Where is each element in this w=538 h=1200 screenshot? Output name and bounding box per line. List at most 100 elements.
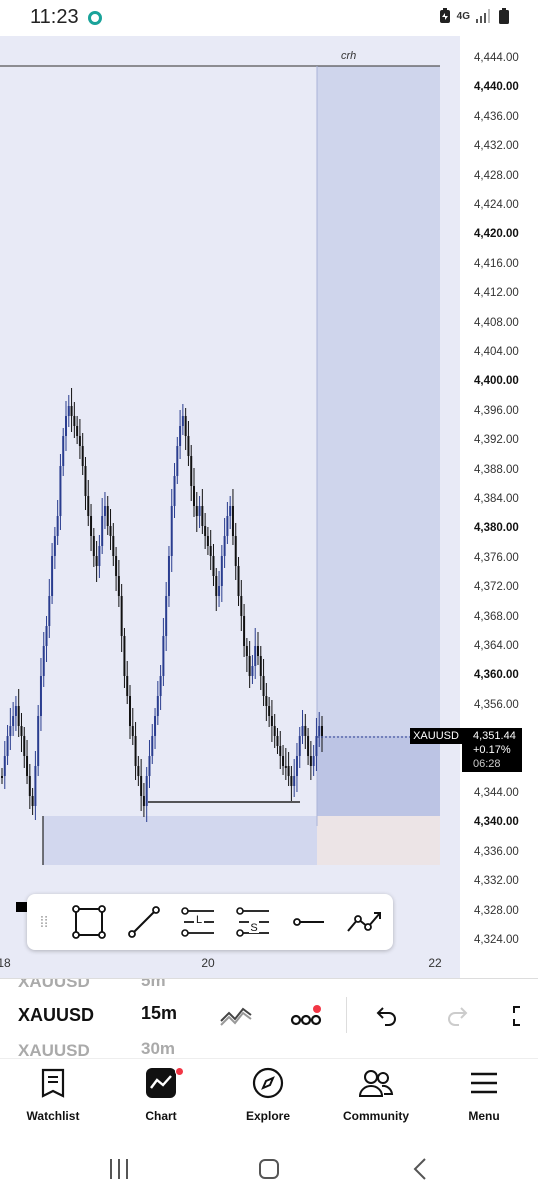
candle-body — [268, 706, 271, 716]
chart-type-button[interactable] — [218, 1001, 254, 1031]
timeframe-scroll-prev[interactable]: 5m — [141, 979, 166, 991]
candle-body — [26, 756, 29, 776]
drawing-toolbar: ⁞⁞ L S — [27, 894, 393, 950]
candle-body — [112, 536, 115, 556]
candle-body — [198, 506, 201, 516]
indicators-icon — [290, 1005, 322, 1026]
nav-explore[interactable]: Explore — [223, 1063, 313, 1135]
candle-body — [56, 516, 59, 536]
nav-community[interactable]: Community — [331, 1063, 421, 1135]
candle-body — [248, 656, 251, 676]
symbol-selector[interactable]: XAUUSD — [18, 1005, 94, 1026]
candle-body — [170, 506, 173, 556]
candle-body — [276, 736, 279, 746]
recent-apps-icon — [110, 1159, 128, 1179]
rectangle-icon — [71, 905, 106, 939]
candle-body — [6, 736, 9, 756]
price-change: +0.17% — [473, 744, 511, 756]
candle-body — [90, 516, 93, 536]
horizontal-ray-tool-button[interactable] — [281, 900, 336, 944]
rectangle-tool-button[interactable] — [61, 900, 116, 944]
candle-body — [212, 556, 215, 576]
candle-body — [137, 766, 140, 776]
candle-body — [287, 766, 290, 776]
home-button[interactable] — [249, 1154, 289, 1184]
candle-body — [284, 766, 287, 768]
candle-body — [3, 756, 6, 776]
trend-line-tool-button[interactable] — [116, 900, 171, 944]
candle-body — [282, 756, 285, 766]
candle-body — [37, 716, 40, 766]
candle-body — [223, 536, 226, 556]
candle-body — [218, 586, 221, 596]
svg-text:S: S — [250, 922, 257, 934]
current-price-badge: 4,351.44 +0.17% 06:28 — [462, 728, 522, 772]
nav-label: Chart — [145, 1109, 177, 1123]
candle-body — [39, 676, 42, 716]
chart-canvas[interactable]: crh 4,444.00 4,440.00 4,436.00 4,432.00 4,42… — [0, 36, 538, 978]
candle-body — [159, 676, 162, 696]
nav-watchlist[interactable]: Watchlist — [8, 1063, 98, 1135]
candle-body — [176, 446, 179, 476]
bar-countdown: 06:28 — [473, 758, 501, 770]
fullscreen-button[interactable] — [505, 1001, 538, 1031]
timeframe-scroll-next[interactable]: 30m — [141, 1039, 175, 1058]
redo-button[interactable] — [440, 1001, 476, 1031]
candle-body — [179, 426, 182, 446]
path-tool-button[interactable] — [336, 900, 391, 944]
price-tick: 4,428.00 — [474, 169, 519, 182]
symbol-scroll-next[interactable]: XAUUSD — [18, 1041, 90, 1058]
candle-body — [195, 506, 198, 516]
candle-body — [237, 566, 240, 596]
stop-zone[interactable] — [317, 816, 440, 865]
symbol-toolbar: XAUUSD XAUUSD XAUUSD 5m 15m 30m — [0, 978, 538, 1058]
candle-body — [12, 716, 15, 726]
entry-zone[interactable] — [317, 736, 440, 816]
price-tick: 4,404.00 — [474, 346, 519, 358]
status-bar: 11:23 4G — [0, 0, 538, 36]
candle-body — [76, 426, 79, 436]
nav-chart[interactable]: Chart — [116, 1063, 206, 1135]
candle-body — [231, 506, 234, 536]
recent-apps-button[interactable] — [99, 1154, 139, 1184]
community-icon — [358, 1070, 394, 1097]
drag-handle-icon[interactable]: ⁞⁞ — [27, 914, 61, 931]
indicators-button[interactable] — [288, 1001, 324, 1031]
demand-zone[interactable] — [43, 816, 317, 865]
trend-line-icon — [127, 906, 160, 938]
candle-body — [62, 436, 65, 466]
candle-body — [129, 696, 131, 726]
candle-body — [20, 726, 23, 736]
price-chart[interactable] — [0, 36, 460, 948]
candle-body — [201, 506, 204, 526]
candle-body — [70, 406, 73, 416]
price-tick: 4,384.00 — [474, 493, 519, 505]
price-tick: 4,360.00 — [474, 669, 519, 682]
nav-menu[interactable]: Menu — [439, 1063, 529, 1135]
candle-body — [293, 776, 296, 786]
candle-body — [251, 666, 254, 676]
candle-body — [318, 726, 321, 736]
date-axis[interactable]: 18 20 22 — [0, 948, 460, 978]
candle-body — [190, 456, 193, 486]
candle-body — [187, 436, 190, 456]
candle-body — [48, 596, 51, 626]
candle-body — [206, 536, 209, 546]
price-tick: 4,396.00 — [474, 404, 519, 417]
long-position-tool-button[interactable]: L — [171, 900, 226, 944]
candle-body — [95, 556, 98, 566]
candle-body — [115, 556, 118, 576]
price-axis[interactable]: 4,444.00 4,440.00 4,436.00 4,432.00 4,428.00… — [460, 36, 538, 978]
price-tick: 4,340.00 — [474, 816, 519, 829]
target-zone[interactable] — [317, 66, 440, 736]
candle-body — [31, 796, 34, 806]
chart-icon — [146, 1068, 176, 1098]
candle-body — [148, 756, 151, 776]
undo-button[interactable] — [368, 1001, 404, 1031]
short-position-tool-button[interactable]: S — [226, 900, 281, 944]
back-button[interactable] — [400, 1154, 440, 1184]
candle-body — [273, 726, 276, 736]
symbol-scroll-prev[interactable]: XAUUSD — [18, 979, 90, 992]
bottom-navigation: Watchlist Chart Explore Community Menu — [0, 1058, 538, 1138]
timeframe-selector[interactable]: 15m — [141, 1003, 177, 1024]
